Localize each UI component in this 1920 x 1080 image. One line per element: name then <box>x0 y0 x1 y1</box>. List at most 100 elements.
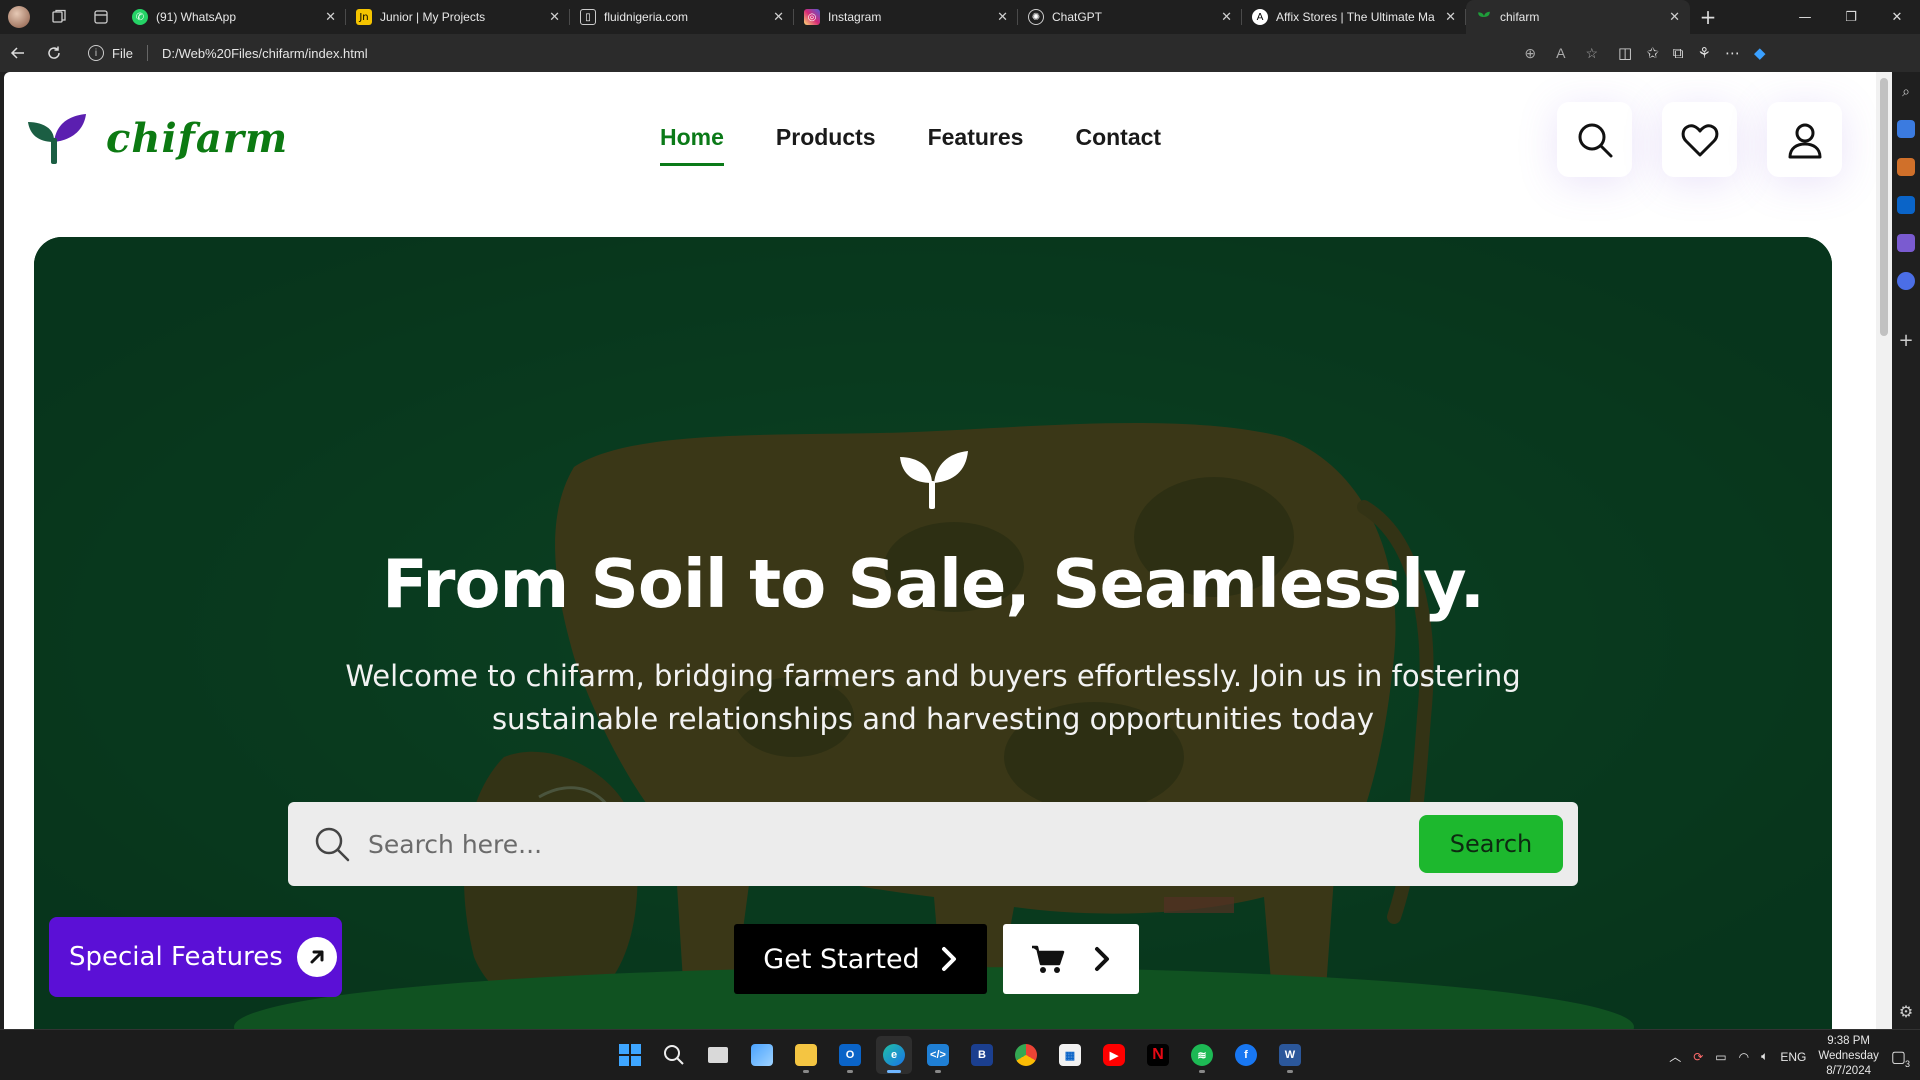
games-icon[interactable] <box>1897 234 1915 252</box>
extensions-icon[interactable]: ⚘ <box>1697 44 1710 62</box>
read-aloud-icon[interactable]: A <box>1556 45 1565 62</box>
tab-junior[interactable]: Jn Junior | My Projects ✕ <box>346 0 570 34</box>
browser-address-bar: i File D:/Web%20Files/chifarm/index.html… <box>0 34 1920 72</box>
get-started-button[interactable]: Get Started <box>734 924 987 994</box>
special-features-button[interactable]: Special Features <box>49 917 342 997</box>
url-field[interactable]: i File D:/Web%20Files/chifarm/index.html… <box>78 39 1608 67</box>
close-icon[interactable]: ✕ <box>1445 10 1456 25</box>
word-icon[interactable]: W <box>1272 1036 1308 1074</box>
outlook-icon[interactable]: O <box>832 1036 868 1074</box>
file-explorer-icon[interactable] <box>788 1036 824 1074</box>
restore-icon[interactable]: ❐ <box>1828 0 1874 34</box>
clock-date: 8/7/2024 <box>1826 1065 1871 1077</box>
tab-actions-icon[interactable] <box>80 0 122 34</box>
outlook-sidebar-icon[interactable] <box>1897 196 1915 214</box>
language-indicator[interactable]: ENG <box>1780 1050 1806 1064</box>
close-icon[interactable]: ✕ <box>997 10 1008 25</box>
heart-icon <box>1681 123 1718 156</box>
search-button[interactable]: Search <box>1419 815 1563 873</box>
back-icon[interactable] <box>0 34 36 72</box>
system-tray: ︿ ⟳ ▭ ◠ 🔈︎ ENG 9:38 PM Wednesday 8/7/202… <box>1669 1034 1910 1079</box>
tab-affix[interactable]: A Affix Stores | The Ultimate Ma ✕ <box>1242 0 1466 34</box>
tab-whatsapp[interactable]: ✆ (91) WhatsApp ✕ <box>122 0 346 34</box>
close-icon[interactable]: ✕ <box>773 10 784 25</box>
edge-icon[interactable]: e <box>876 1036 912 1074</box>
shopping-tag-icon[interactable] <box>1897 120 1915 138</box>
sync-icon[interactable]: ⟳ <box>1693 1050 1703 1064</box>
hero-section: From Soil to Sale, Seamlessly. Welcome t… <box>34 237 1832 1029</box>
tab-chifarm[interactable]: chifarm ✕ <box>1466 0 1690 34</box>
wishlist-button[interactable] <box>1662 102 1737 177</box>
cart-button[interactable] <box>1003 924 1139 994</box>
url-actions: ⊕ A ☆ <box>1524 45 1608 62</box>
add-sidebar-app-icon[interactable]: + <box>1898 330 1913 351</box>
account-button[interactable] <box>1767 102 1842 177</box>
url-text[interactable]: D:/Web%20Files/chifarm/index.html <box>162 46 368 61</box>
minimize-icon[interactable]: — <box>1782 0 1828 34</box>
nav-home[interactable]: Home <box>660 124 724 166</box>
scrollbar-thumb[interactable] <box>1880 78 1888 336</box>
more-menu-icon[interactable]: ⋯ <box>1725 44 1740 62</box>
tab-fluidnigeria[interactable]: ▯ fluidnigeria.com ✕ <box>570 0 794 34</box>
collections-icon[interactable]: ⧉ <box>1673 44 1684 62</box>
close-icon[interactable]: ✕ <box>325 10 336 25</box>
chrome-icon[interactable] <box>1008 1036 1044 1074</box>
windows-start-icon[interactable] <box>612 1036 648 1074</box>
close-icon[interactable]: ✕ <box>1221 10 1232 25</box>
battery-icon[interactable]: ▭ <box>1715 1050 1726 1064</box>
brand-name: chifarm <box>106 114 289 162</box>
site-header: chifarm Home Products Features Contact <box>4 72 1876 237</box>
hero-search-bar: Search <box>288 802 1578 886</box>
copilot-icon[interactable]: ◆ <box>1754 44 1766 62</box>
close-icon[interactable]: ✕ <box>549 10 560 25</box>
facebook-icon[interactable]: f <box>1228 1036 1264 1074</box>
zoom-icon[interactable]: ⊕ <box>1524 45 1536 62</box>
main-nav: Home Products Features Contact <box>660 124 1161 166</box>
wifi-icon[interactable]: ◠ <box>1739 1050 1749 1064</box>
site-info-icon[interactable]: i <box>88 45 104 61</box>
youtube-icon[interactable]: ▶ <box>1096 1036 1132 1074</box>
nav-contact[interactable]: Contact <box>1075 124 1161 166</box>
sidebar-settings-icon[interactable]: ⚙ <box>1899 1002 1913 1021</box>
spotify-icon[interactable]: ≋ <box>1184 1036 1220 1074</box>
tab-chatgpt[interactable]: ✺ ChatGPT ✕ <box>1018 0 1242 34</box>
favorites-icon[interactable]: ✩ <box>1646 44 1659 62</box>
profile-avatar[interactable] <box>8 6 30 28</box>
netflix-icon[interactable]: N <box>1140 1036 1176 1074</box>
search-icon <box>1578 123 1612 157</box>
browser-toolbar: ◫ ✩ ⧉ ⚘ ⋯ ◆ <box>1618 44 1765 62</box>
tools-icon[interactable] <box>1897 158 1915 176</box>
task-view-icon[interactable] <box>700 1036 736 1074</box>
favorite-star-icon[interactable]: ☆ <box>1585 45 1598 62</box>
search-button[interactable] <box>1557 102 1632 177</box>
window-controls: — ❐ ✕ <box>1782 0 1920 34</box>
workspaces-icon[interactable] <box>38 0 80 34</box>
notification-icon[interactable]: ▢ 3 <box>1891 1047 1910 1069</box>
clock-time: 9:38 PM <box>1827 1035 1871 1047</box>
tab-instagram[interactable]: ◎ Instagram ✕ <box>794 0 1018 34</box>
page-scrollbar[interactable] <box>1876 72 1892 1029</box>
new-tab-button[interactable]: + <box>1690 0 1726 34</box>
close-icon[interactable]: ✕ <box>1669 10 1680 25</box>
browser-tab-bar: ✆ (91) WhatsApp ✕ Jn Junior | My Project… <box>0 0 1920 34</box>
nav-features[interactable]: Features <box>928 124 1024 166</box>
refresh-icon[interactable] <box>36 34 72 72</box>
tab-title: Junior | My Projects <box>380 10 486 24</box>
split-screen-icon[interactable]: ◫ <box>1618 44 1632 62</box>
close-window-icon[interactable]: ✕ <box>1874 0 1920 34</box>
brand-logo[interactable]: chifarm <box>26 110 288 166</box>
search-icon[interactable] <box>656 1036 692 1074</box>
tab-title: Instagram <box>828 10 882 24</box>
drop-icon[interactable] <box>1897 272 1915 290</box>
b-app-icon[interactable]: B <box>964 1036 1000 1074</box>
tab-title: fluidnigeria.com <box>604 10 689 24</box>
store-icon[interactable]: ▦ <box>1052 1036 1088 1074</box>
volume-icon[interactable]: 🔈︎ <box>1761 1049 1768 1064</box>
clock[interactable]: 9:38 PM Wednesday 8/7/2024 <box>1818 1034 1879 1079</box>
sidebar-search-icon[interactable]: ⌕ <box>1902 84 1910 100</box>
search-input[interactable] <box>368 814 1419 874</box>
nav-products[interactable]: Products <box>776 124 876 166</box>
chevron-up-icon[interactable]: ︿ <box>1669 1048 1681 1065</box>
widgets-icon[interactable] <box>744 1036 780 1074</box>
vscode-icon[interactable]: </> <box>920 1036 956 1074</box>
